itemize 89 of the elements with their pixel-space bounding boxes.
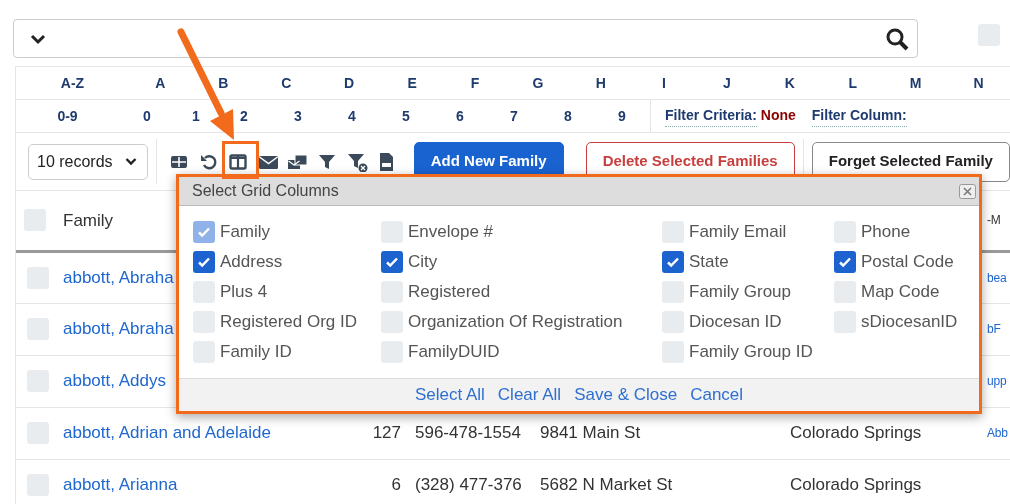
letter-filter-link[interactable]: C [281, 74, 292, 91]
digit-filter-link[interactable]: 0-9 [57, 107, 78, 124]
digit-filter-link[interactable]: 4 [348, 107, 356, 124]
check-icon [838, 255, 852, 269]
digit-filter-link[interactable]: 2 [240, 107, 248, 124]
chevron-down-icon[interactable] [124, 157, 137, 166]
letter-filter-link[interactable]: H [595, 74, 606, 91]
table-link[interactable]: bF [987, 322, 1001, 336]
option-label: Organization Of Registration [408, 311, 623, 334]
option-label: Address [220, 251, 283, 274]
table-cell: 9841 Main St [540, 423, 641, 443]
check-icon [197, 255, 211, 269]
dialog-title: Select Grid Columns [192, 181, 339, 201]
option-label: Family [220, 221, 271, 244]
letter-filter-link[interactable]: A [155, 74, 166, 91]
option-label: Postal Code [861, 251, 954, 274]
column-header[interactable]: Family [63, 210, 114, 230]
table-cell: (328) 477-376 [415, 475, 522, 495]
letter-filter-link[interactable]: D [344, 74, 355, 91]
letter-filter-link[interactable]: A-Z [60, 74, 85, 91]
checkbox[interactable] [834, 251, 856, 273]
letter-filter-link[interactable]: E [407, 74, 417, 91]
letter-filter-link[interactable]: I [661, 74, 666, 91]
records-select[interactable]: 10 records [28, 143, 148, 180]
table-cell: 6 [391, 475, 401, 495]
letter-filter-link[interactable]: B [218, 74, 229, 91]
filter-remove-icon[interactable] [346, 151, 368, 172]
digit-filter-link[interactable]: 7 [510, 107, 518, 124]
close-icon[interactable] [959, 183, 976, 199]
checkbox[interactable] [193, 251, 215, 273]
digit-filter-link[interactable]: 5 [402, 107, 410, 124]
family-link[interactable]: abbott, Abraha [63, 267, 174, 287]
digit-filter-link[interactable]: 9 [618, 107, 626, 124]
option-label: sDiocesanID [861, 311, 958, 334]
option-label: Family Group [689, 281, 792, 304]
digit-filter-link[interactable]: 3 [294, 107, 302, 124]
letter-filter-link[interactable]: K [784, 74, 795, 91]
letter-filter-link[interactable]: F [470, 74, 480, 91]
option-label: Envelope # [408, 221, 494, 244]
digit-filter-link[interactable]: 0 [143, 107, 151, 124]
column-header[interactable]: -M [987, 213, 1001, 228]
dialog-link[interactable]: Cancel [690, 382, 744, 408]
columns-icon[interactable] [228, 151, 250, 172]
check-icon [385, 255, 399, 269]
dialog-link[interactable]: Clear All [497, 382, 562, 408]
option-label: City [408, 251, 438, 274]
option-label: Diocesan ID [689, 311, 782, 334]
option-label: Family Email [689, 221, 787, 244]
check-icon [197, 225, 211, 239]
search-field[interactable] [13, 19, 918, 58]
dialog-link[interactable]: Save & Close [574, 382, 678, 408]
letter-filter-link[interactable]: G [532, 74, 544, 91]
family-link[interactable]: abbott, Arianna [63, 475, 178, 495]
digit-filter-link[interactable]: 6 [456, 107, 464, 124]
family-link[interactable]: abbott, Addys [63, 371, 167, 391]
family-link[interactable]: abbott, Adrian and Adelaide [63, 423, 271, 443]
table-cell: 127 [372, 423, 401, 443]
option-label: Registered Org ID [220, 311, 357, 334]
option-label: Phone [861, 221, 911, 244]
check-icon [666, 255, 680, 269]
table-link[interactable]: bea [987, 270, 1007, 285]
checkbox[interactable] [381, 251, 403, 273]
option-label: FamilyDUID [408, 341, 500, 364]
option-label: Registered [408, 281, 491, 304]
option-label: Plus 4 [220, 281, 268, 304]
digit-filter-link[interactable]: 1 [192, 107, 200, 124]
chevron-down-icon[interactable] [30, 32, 46, 45]
option-label: State [689, 251, 729, 274]
letter-filter-link[interactable]: J [722, 74, 731, 91]
table-cell: Colorado Springs [790, 475, 922, 495]
letter-filter-link[interactable]: L [848, 74, 857, 91]
dialog-link[interactable]: Select All [414, 382, 485, 408]
option-label: Map Code [861, 281, 940, 304]
table-cell: Colorado Springs [790, 423, 922, 443]
family-link[interactable]: abbott, Abraha [63, 319, 174, 339]
letter-filter-link[interactable]: M [909, 74, 922, 91]
checkbox[interactable] [662, 251, 684, 273]
table-link[interactable]: upp [987, 374, 1007, 388]
table-link[interactable]: Abb [987, 426, 1008, 440]
filter-criteria-label[interactable]: Filter Criteria: [665, 105, 757, 127]
search-icon[interactable] [885, 26, 909, 51]
digit-filter-link[interactable]: 8 [564, 107, 572, 124]
option-label: Family ID [220, 341, 292, 364]
table-cell: 596-478-1554 [415, 423, 521, 443]
table-cell: 5682 N Market St [540, 475, 673, 495]
filter-column-label[interactable]: Filter Column: [811, 105, 907, 127]
filter-criteria-value: None [760, 106, 796, 125]
letter-filter-link[interactable]: N [973, 74, 984, 91]
option-label: Family Group ID [689, 341, 813, 364]
